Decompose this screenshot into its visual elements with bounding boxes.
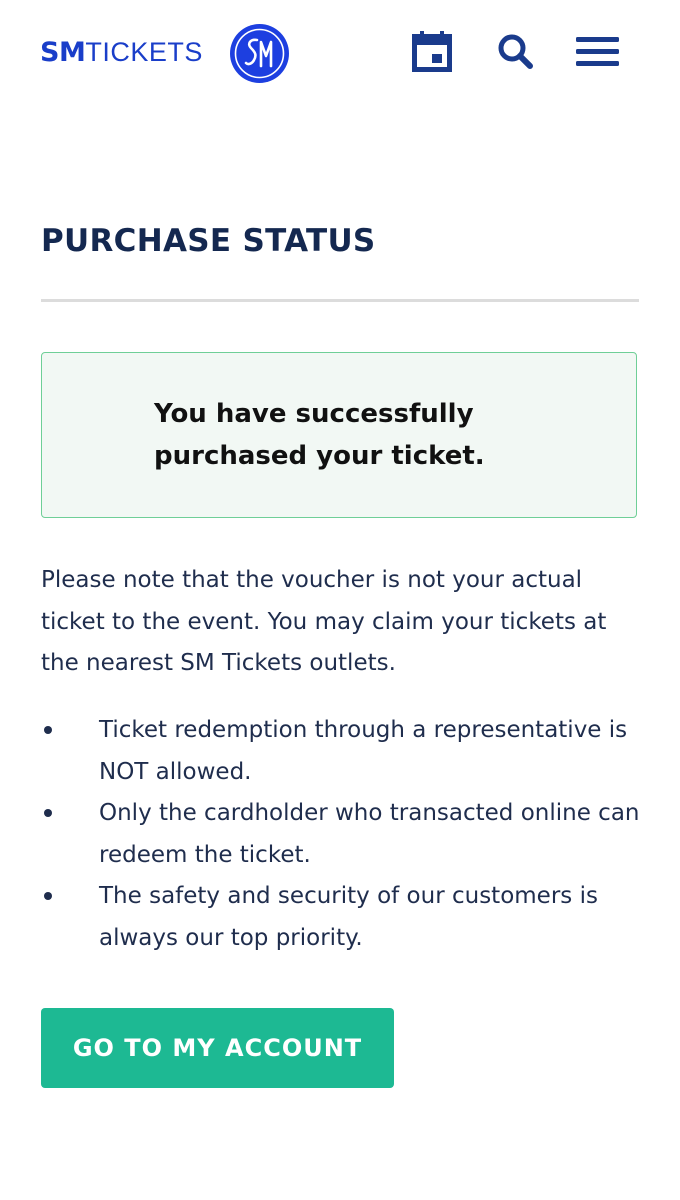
page-title: PURCHASE STATUS [41, 223, 376, 259]
success-message: You have successfully purchased your tic… [154, 399, 485, 471]
list-item-text: Ticket redemption through a representati… [99, 717, 628, 785]
success-alert: You have successfully purchased your tic… [41, 352, 637, 518]
list-item-text: The safety and security of our customers… [99, 883, 598, 951]
search-icon[interactable] [496, 30, 536, 72]
logo-tickets-text: TICKETS [85, 37, 203, 67]
calendar-icon[interactable] [412, 30, 452, 72]
sm-logo-badge-icon[interactable] [230, 24, 289, 83]
list-item-text: Only the cardholder who transacted onlin… [99, 800, 640, 868]
page: SMTICKETS PURCHASE STATUS You have succe… [0, 0, 680, 1200]
title-divider [41, 299, 639, 302]
voucher-note: Please note that the voucher is not your… [41, 567, 607, 676]
menu-icon[interactable] [575, 30, 620, 72]
redemption-rules-list: Ticket redemption through a representati… [41, 710, 641, 959]
list-item: Ticket redemption through a representati… [41, 710, 641, 793]
list-item: The safety and security of our customers… [41, 876, 641, 959]
logo-sm-text: SM [40, 37, 86, 68]
bullet-dot-icon [44, 726, 52, 734]
go-to-my-account-button[interactable]: GO TO MY ACCOUNT [41, 1008, 394, 1088]
bullet-dot-icon [44, 809, 52, 817]
list-item: Only the cardholder who transacted onlin… [41, 793, 641, 876]
bullet-dot-icon [44, 892, 52, 900]
site-header: SMTICKETS [0, 0, 680, 105]
sm-tickets-logo[interactable]: SMTICKETS [40, 32, 203, 73]
